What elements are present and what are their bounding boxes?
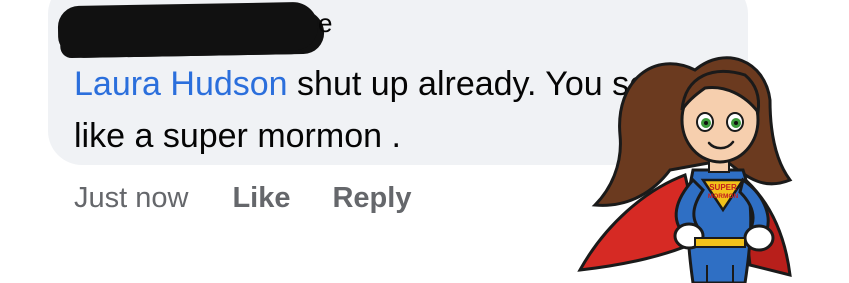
timestamp[interactable]: Just now bbox=[74, 182, 188, 215]
redacted-author-name bbox=[57, 1, 319, 55]
superhero-sticker-icon: SUPER MORMON bbox=[577, 56, 793, 283]
badge-line1: SUPER bbox=[709, 183, 737, 192]
like-button[interactable]: Like bbox=[232, 182, 290, 215]
mention-link[interactable]: Laura Hudson bbox=[74, 65, 288, 103]
comment-actions: Just now Like Reply bbox=[74, 178, 453, 218]
author-name-fragment: e bbox=[318, 8, 333, 38]
reply-button[interactable]: Reply bbox=[332, 182, 411, 215]
badge-line2: MORMON bbox=[708, 193, 739, 200]
